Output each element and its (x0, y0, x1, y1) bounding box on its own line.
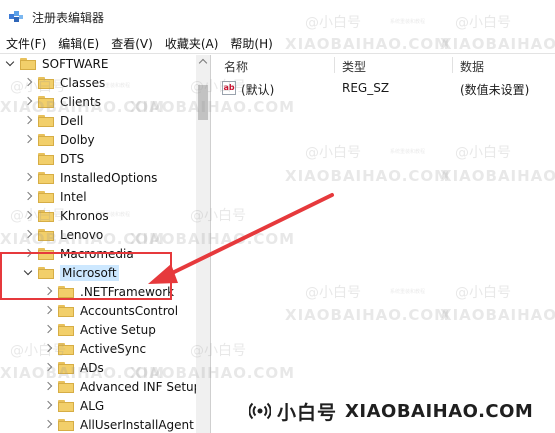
chevron-right-icon[interactable] (22, 187, 34, 206)
tree-item[interactable]: Intel (0, 187, 210, 206)
tree-item[interactable]: Clients (0, 92, 210, 111)
tree-item-label: Advanced INF Setup (80, 379, 202, 394)
chevron-right-icon[interactable] (22, 225, 34, 244)
value-row[interactable]: ab (默认) REG_SZ (数值未设置) (214, 81, 555, 99)
folder-icon (38, 133, 54, 146)
tree-item-label: ADs (80, 360, 104, 375)
tree-item[interactable]: Dell (0, 111, 210, 130)
folder-icon (38, 76, 54, 89)
title-bar: 注册表编辑器 (0, 0, 555, 34)
tree-item-label: SOFTWARE (42, 56, 109, 71)
brand-name: 小白号 (277, 401, 338, 424)
menu-bar: 文件(F) 编辑(E) 查看(V) 收藏夹(A) 帮助(H) (0, 34, 555, 54)
folder-icon (38, 114, 54, 127)
values-pane[interactable]: 名称 类型 数据 ab (默认) REG_SZ (数值未设置) (214, 55, 555, 433)
folder-icon (38, 152, 54, 165)
tree-item-label: Clients (60, 94, 101, 109)
tree-item[interactable]: SOFTWARE (0, 55, 200, 73)
menu-edit[interactable]: 编辑(E) (58, 35, 99, 52)
chevron-right-icon[interactable] (22, 130, 34, 149)
chevron-down-icon[interactable] (4, 55, 16, 73)
folder-icon (58, 342, 74, 355)
chevron-right-icon[interactable] (42, 301, 54, 320)
chevron-right-icon[interactable] (42, 339, 54, 358)
string-value-icon: ab (222, 81, 236, 95)
tree-item-label: Active Setup (80, 322, 156, 337)
chevron-right-icon[interactable] (22, 206, 34, 225)
tree-item-label: InstalledOptions (60, 170, 158, 185)
tree-item[interactable]: Active Setup (0, 320, 210, 339)
tree-item-label: Khronos (60, 208, 109, 223)
chevron-right-icon[interactable] (42, 415, 54, 433)
tree-item[interactable]: Dolby (0, 130, 210, 149)
column-divider[interactable] (452, 57, 453, 73)
column-divider[interactable] (334, 57, 335, 73)
chevron-right-icon[interactable] (42, 320, 54, 339)
tree-item-label: Dolby (60, 132, 95, 147)
column-header-type[interactable]: 类型 (342, 58, 366, 75)
tree-scrollbar[interactable] (196, 55, 210, 433)
tree-item-label: AllUserInstallAgent (80, 417, 194, 432)
tree-item[interactable]: InstalledOptions (0, 168, 210, 187)
menu-view[interactable]: 查看(V) (111, 35, 153, 52)
folder-icon (58, 399, 74, 412)
folder-icon (38, 95, 54, 108)
folder-icon (58, 361, 74, 374)
folder-icon (20, 57, 36, 70)
tree-item-label: ALG (80, 398, 105, 413)
value-type: REG_SZ (342, 81, 390, 95)
tree-item[interactable]: AllUserInstallAgent (0, 415, 210, 433)
tree-item[interactable]: AccountsControl (0, 301, 210, 320)
tree-item-label: ActiveSync (80, 341, 147, 356)
value-data: (数值未设置) (460, 83, 530, 97)
folder-icon (38, 190, 54, 203)
folder-icon (38, 228, 54, 241)
value-name: (默认) (241, 83, 275, 97)
menu-file[interactable]: 文件(F) (6, 35, 46, 52)
tree-item[interactable]: ADs (0, 358, 210, 377)
folder-icon (58, 418, 74, 431)
tree-item-label: Classes (60, 75, 106, 90)
folder-icon (58, 304, 74, 317)
window-title: 注册表编辑器 (32, 10, 105, 25)
brand-logo: 小白号 XIAOBAIHAO.COM (248, 398, 534, 424)
tree-item-label: Dell (60, 113, 84, 128)
scroll-up-icon[interactable] (196, 55, 210, 69)
tree-item[interactable]: Classes (0, 73, 210, 92)
highlight-box (0, 252, 172, 300)
brand-domain: XIAOBAIHAO.COM (345, 400, 534, 422)
scroll-thumb[interactable] (198, 85, 208, 120)
folder-icon (38, 209, 54, 222)
tree-item-label: Intel (60, 189, 87, 204)
folder-icon (38, 171, 54, 184)
column-header-name[interactable]: 名称 (224, 58, 248, 75)
chevron-right-icon[interactable] (22, 73, 34, 92)
folder-icon (58, 380, 74, 393)
tree-item[interactable]: DTS (0, 149, 210, 168)
chevron-right-icon[interactable] (22, 111, 34, 130)
chevron-right-icon[interactable] (22, 168, 34, 187)
menu-help[interactable]: 帮助(H) (230, 35, 272, 52)
chevron-right-icon[interactable] (22, 92, 34, 111)
signal-icon (248, 400, 272, 422)
tree-item-label: Lenovo (60, 227, 104, 242)
folder-icon (58, 323, 74, 336)
tree-item[interactable]: Advanced INF Setup (0, 377, 210, 396)
registry-editor-icon (8, 9, 24, 25)
chevron-right-icon[interactable] (42, 358, 54, 377)
registry-tree[interactable]: SOFTWARE Classes Clients Dell Dolby DTS Instal… (0, 55, 211, 433)
chevron-right-icon[interactable] (42, 396, 54, 415)
tree-item[interactable]: Khronos (0, 206, 210, 225)
menu-favorites[interactable]: 收藏夹(A) (165, 35, 219, 52)
column-header-data[interactable]: 数据 (460, 58, 484, 75)
tree-item[interactable]: ALG (0, 396, 210, 415)
tree-item[interactable]: ActiveSync (0, 339, 210, 358)
chevron-right-icon[interactable] (42, 377, 54, 396)
tree-item[interactable]: Lenovo (0, 225, 210, 244)
tree-item-label: DTS (60, 151, 85, 166)
tree-item-label: AccountsControl (80, 303, 179, 318)
